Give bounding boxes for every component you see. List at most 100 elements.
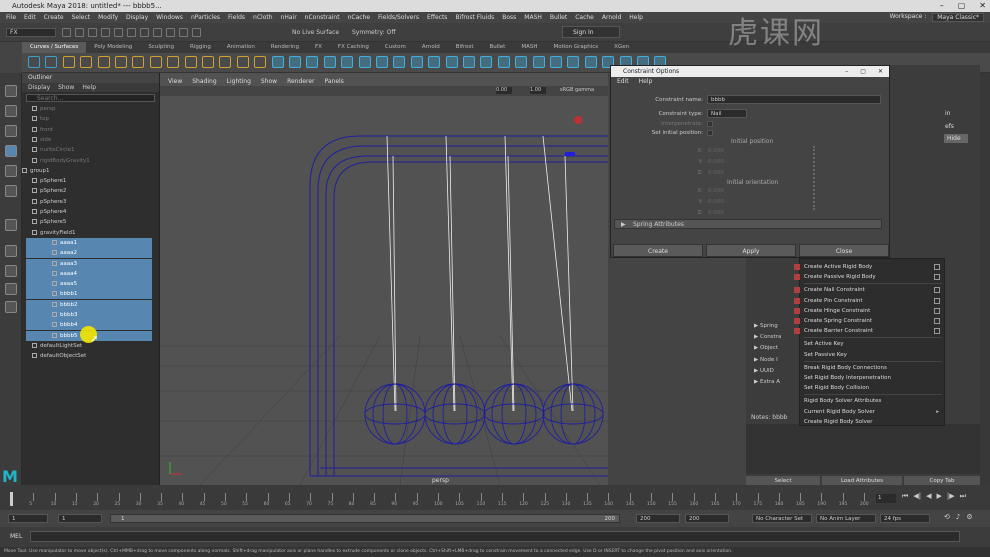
context-menu-item[interactable]: Set Passive Key (804, 350, 942, 360)
shelf-tab-rigging[interactable]: Rigging (182, 42, 219, 53)
playback-start-field[interactable]: 1 (58, 514, 102, 523)
menu-fields-solvers[interactable]: Fields/Solvers (378, 14, 419, 21)
ori-z-value[interactable]: 0.000 (708, 210, 724, 216)
shelf-tool-icon[interactable] (550, 56, 562, 68)
context-menu-item[interactable]: Set Active Key (804, 339, 942, 349)
outliner-layout-icon[interactable] (5, 301, 17, 313)
menu-boss[interactable]: Boss (502, 14, 516, 21)
viewport-menu-lighting[interactable]: Lighting (227, 77, 251, 86)
menu-effects[interactable]: Effects (427, 14, 447, 21)
attribute-section[interactable]: ▶ Node I (754, 355, 778, 365)
command-input[interactable] (30, 531, 960, 542)
create-button[interactable]: Create (613, 244, 703, 257)
anim-layer-select[interactable]: No Anim Layer (816, 514, 876, 523)
shelf-tool-icon[interactable] (341, 56, 354, 68)
play-back-icon[interactable]: ◀ (926, 492, 931, 501)
redo-icon[interactable] (114, 28, 123, 37)
shelf-tool-icon[interactable] (80, 56, 93, 68)
prefs-icon[interactable]: ⚙ (966, 513, 972, 521)
hide-button[interactable]: Hide (944, 134, 968, 143)
shelf-tool-icon[interactable] (393, 56, 406, 68)
side-by-side-icon[interactable] (5, 283, 17, 295)
shelf-tool-icon[interactable] (271, 56, 284, 68)
shelf-tool-icon[interactable] (497, 56, 510, 68)
shelf-tab-motion-graphics[interactable]: Motion Graphics (545, 42, 606, 53)
shelf-tool-icon[interactable] (167, 56, 180, 68)
notes-field[interactable] (746, 424, 980, 474)
menu-nparticles[interactable]: nParticles (191, 14, 220, 21)
outliner-item[interactable]: bbbb3 (26, 310, 152, 320)
context-menu-item[interactable]: Rigid Body Solver Attributes (804, 396, 942, 406)
shelf-tab-poly-modeling[interactable]: Poly Modeling (86, 42, 140, 53)
context-menu-item[interactable]: Set Rigid Body Collision (804, 383, 942, 393)
snap-curve-icon[interactable] (179, 28, 188, 37)
dialog-menu-help[interactable]: Help (639, 77, 653, 86)
menu-edit[interactable]: Edit (24, 14, 36, 21)
outliner-item[interactable]: pSphere1 (22, 176, 152, 186)
snap-grid-icon[interactable] (166, 28, 175, 37)
lasso-tool-icon[interactable] (5, 105, 17, 117)
shelf-tool-icon[interactable] (428, 56, 441, 68)
start-time-field[interactable]: 1 (8, 514, 48, 523)
constraint-name-input[interactable]: bbbb (707, 95, 881, 104)
option-box-icon[interactable] (934, 274, 940, 281)
outliner-item[interactable]: aaaa1 (26, 237, 152, 248)
shelf-tab-sculpting[interactable]: Sculpting (140, 42, 182, 53)
menu-ncache[interactable]: nCache (348, 14, 370, 21)
shelf-tab-bullet[interactable]: Bullet (481, 42, 513, 53)
scale-tool-icon[interactable] (5, 185, 17, 197)
shelf-tab-mash[interactable]: MASH (513, 42, 545, 53)
dialog-maximize-button[interactable]: ▢ (860, 66, 866, 77)
gamma-field[interactable]: 1.00 (530, 87, 546, 94)
outliner-item[interactable]: front (22, 125, 152, 135)
shelf-tool-icon[interactable] (45, 56, 58, 68)
current-frame-field[interactable]: 1 (876, 494, 896, 503)
shelf-tool-icon[interactable] (567, 56, 580, 68)
context-menu-item[interactable]: Break Rigid Body Connections (804, 363, 942, 373)
attribute-section[interactable]: ▶ Extra A (754, 377, 780, 387)
ori-y-value[interactable]: 0.000 (708, 199, 724, 205)
outliner-item[interactable]: nurbsCircle1 (22, 145, 152, 155)
shelf-tool-icon[interactable] (184, 56, 197, 68)
menu-mash[interactable]: MASH (524, 14, 542, 21)
save-scene-icon[interactable] (88, 28, 97, 37)
paint-select-icon[interactable] (5, 125, 17, 137)
shelf-tab-arnold[interactable]: Arnold (414, 42, 448, 53)
menu-bifrost-fluids[interactable]: Bifrost Fluids (455, 14, 494, 21)
audio-icon[interactable]: ♪ (956, 513, 960, 521)
option-box-icon[interactable] (934, 297, 940, 304)
four-pane-icon[interactable] (5, 265, 17, 277)
menu-nhair[interactable]: nHair (281, 14, 297, 21)
context-menu-item[interactable]: Create Spring Constraint (794, 316, 942, 326)
outliner-item[interactable]: aaaa4 (26, 268, 152, 279)
shelf-tab-fx[interactable]: FX (307, 42, 330, 53)
outliner-item[interactable]: group1 (22, 166, 152, 176)
menu-nconstraint[interactable]: nConstraint (305, 14, 340, 21)
last-tool-icon[interactable] (5, 219, 17, 231)
outliner-item[interactable]: side (22, 135, 152, 145)
outliner-item[interactable]: rigidBodyGravity1 (22, 156, 152, 166)
attribute-section[interactable]: ▶ Spring (754, 321, 778, 331)
context-menu-item[interactable]: Create Hinge Constraint (794, 306, 942, 316)
outliner-item[interactable]: aaaa3 (26, 258, 152, 269)
rotate-tool-icon[interactable] (5, 165, 17, 177)
apply-button[interactable]: Apply (706, 244, 796, 257)
shelf-tool-icon[interactable] (323, 56, 336, 68)
shelf-tool-icon[interactable] (202, 56, 214, 68)
shelf-tool-icon[interactable] (62, 56, 75, 68)
attribute-section[interactable]: ▶ Object (754, 343, 778, 353)
shelf-tab-animation[interactable]: Animation (219, 42, 263, 53)
go-to-start-icon[interactable]: ⏮ (902, 492, 908, 501)
shelf-tool-icon[interactable] (532, 56, 545, 68)
outliner-item[interactable]: top (22, 114, 152, 124)
menu-cache[interactable]: Cache (575, 14, 594, 21)
play-forward-icon[interactable]: ▶ (936, 492, 941, 501)
shelf-tool-icon[interactable] (28, 56, 40, 68)
outliner-item[interactable]: pSphere5 (22, 217, 152, 227)
maximize-button[interactable]: ▢ (958, 0, 966, 12)
shelf-tool-icon[interactable] (515, 56, 528, 68)
option-box-icon[interactable] (934, 264, 940, 270)
spring-attributes-section[interactable]: ▶ Spring Attributes (614, 219, 882, 229)
dialog-title-bar[interactable]: Constraint Options – ▢ ✕ (611, 66, 889, 77)
attribute-section[interactable]: ▶ UUID (754, 366, 774, 376)
